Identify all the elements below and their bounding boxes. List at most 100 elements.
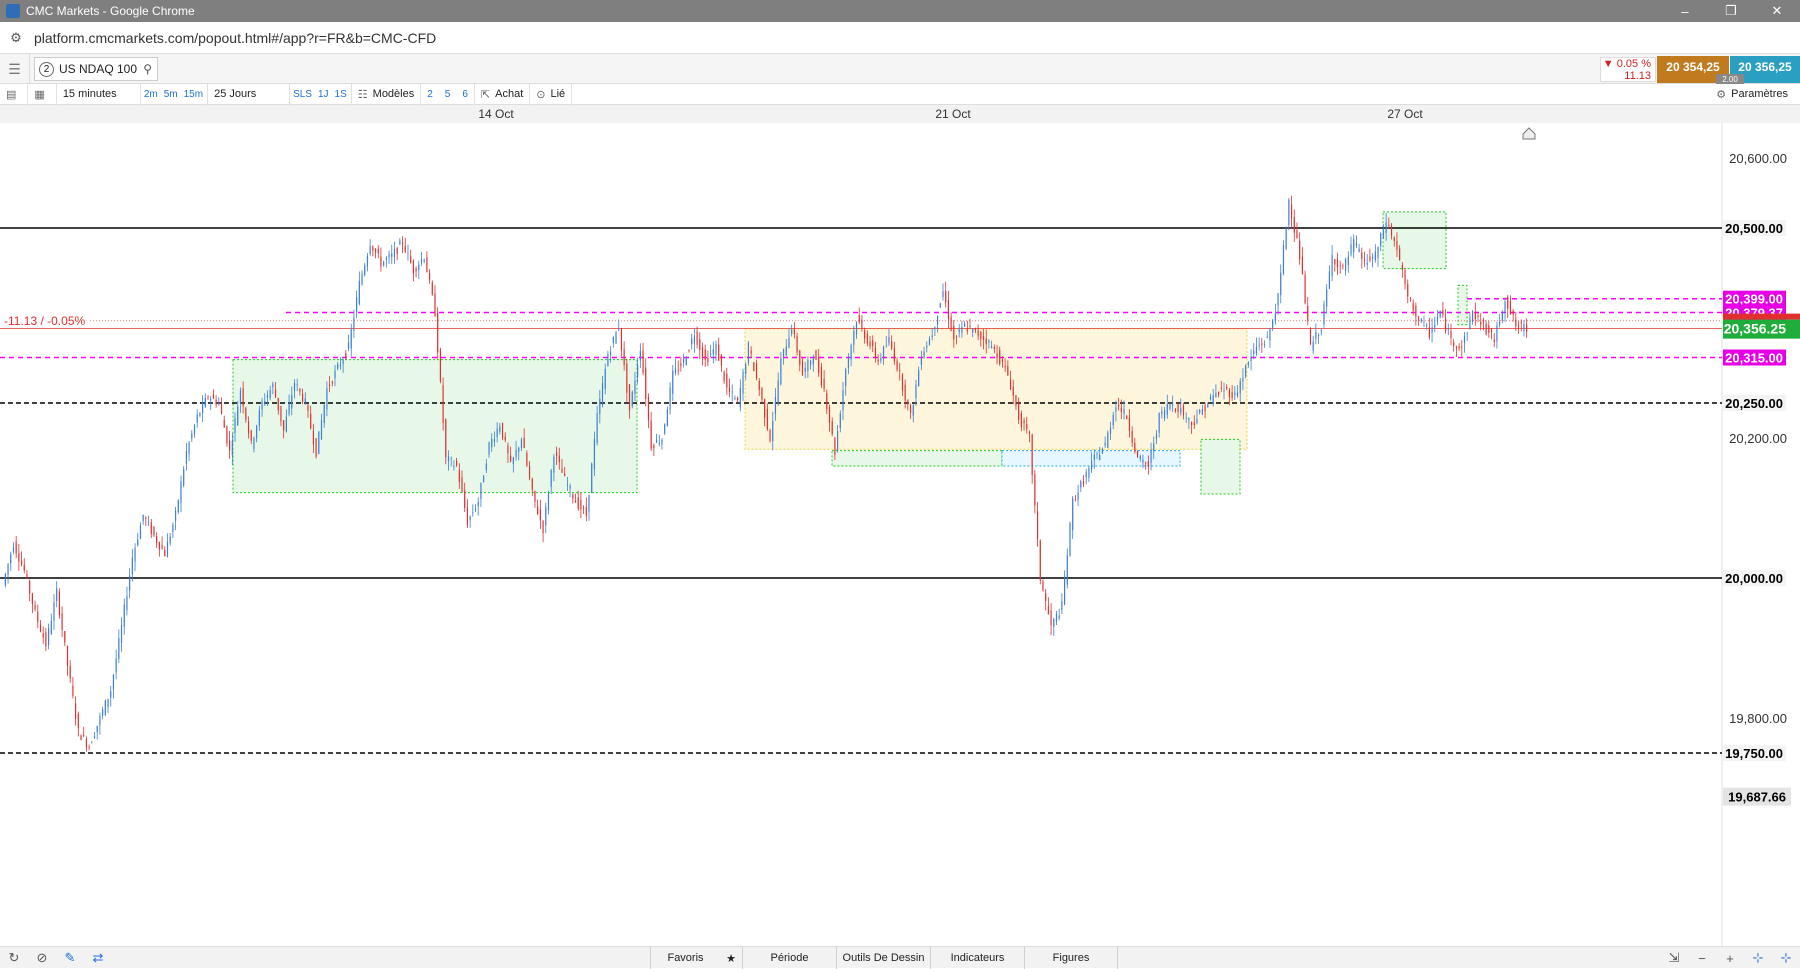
period-1s-button[interactable]: 1S (332, 83, 352, 105)
order-button[interactable]: ⇱ Achat (475, 83, 531, 105)
candle-body (1523, 324, 1525, 332)
candle-body (29, 581, 31, 594)
interval-15m-button[interactable]: 15m (181, 83, 209, 105)
restore-button[interactable]: ❐ (1708, 0, 1754, 22)
candle-body (769, 430, 771, 441)
candle-body (599, 398, 601, 414)
candle-body (404, 245, 406, 252)
candle-body (96, 725, 98, 733)
candle-body (1139, 456, 1141, 459)
candle-body (110, 691, 112, 698)
crosshair-arrows-icon[interactable]: ⇄ (84, 950, 112, 966)
candle-body (1477, 315, 1479, 317)
candle-body (926, 345, 928, 348)
template-slot-2[interactable]: 2 (421, 84, 439, 105)
candle-body (934, 326, 936, 329)
close-button[interactable]: ✕ (1754, 0, 1800, 22)
candle-body (277, 397, 279, 411)
hamburger-menu-icon[interactable]: ☰ (0, 54, 30, 84)
templates-button[interactable]: ☷ Modèles (352, 83, 422, 105)
candle-body (1220, 387, 1222, 389)
pencil-icon[interactable]: ✎ (56, 950, 84, 966)
candle-body (234, 418, 236, 433)
candle-body (504, 436, 506, 441)
candle-body (342, 359, 344, 364)
template-slot-6[interactable]: 6 (456, 83, 475, 105)
settings-label: Paramètres (1731, 88, 1788, 100)
candle-body (369, 245, 371, 255)
crosshair-icon[interactable]: ⊹ (1744, 947, 1772, 969)
star-icon[interactable]: ★ (720, 947, 742, 969)
candle-body (812, 358, 814, 365)
candle-body (1482, 321, 1485, 323)
candle-body (1455, 346, 1457, 348)
tab-figures[interactable]: Figures (1024, 947, 1118, 969)
candle-body (526, 452, 528, 466)
candle-body (237, 406, 239, 426)
candle-body (401, 242, 404, 245)
candle-body (388, 254, 390, 258)
layout-grid-icon[interactable]: ▦ (28, 83, 57, 105)
site-info-icon[interactable]: ⚙ (8, 30, 24, 46)
zoom-out-icon[interactable]: − (1688, 947, 1716, 969)
period-1j-button[interactable]: 1J (315, 84, 332, 105)
period-select[interactable]: 25 Jours (208, 83, 291, 105)
bottom-right-tools: ⇲ − + ⊹ ⊹ (1660, 947, 1800, 969)
candle-body (693, 336, 695, 344)
candle-body (523, 437, 525, 449)
interval-select[interactable]: 15 minutes (57, 83, 141, 105)
candle-body (1374, 251, 1376, 260)
candle-body (623, 349, 625, 366)
candle-body (561, 468, 563, 473)
template-slot-5[interactable]: 5 (439, 84, 457, 105)
refresh-icon[interactable]: ↻ (0, 950, 28, 966)
interval-5m-button[interactable]: 5m (161, 84, 181, 105)
candle-body (288, 403, 290, 415)
instrument-selector[interactable]: 2 US NDAQ 100 ⚲ (34, 57, 158, 81)
candle-body (1126, 416, 1128, 419)
candle-body (120, 625, 123, 643)
interval-2m-button[interactable]: 2m (141, 84, 161, 105)
candle-body (80, 735, 82, 741)
cursor-move-icon[interactable]: ⊹ (1772, 947, 1800, 969)
layout-list-icon[interactable]: ▤ (0, 83, 29, 105)
clear-drawings-icon[interactable]: ⊘ (28, 950, 56, 966)
minimize-button[interactable]: – (1662, 0, 1708, 22)
chart-canvas[interactable]: 14 Oct 21 Oct 27 Oct -11.13 / -0.05% 20,600.… (0, 105, 1800, 946)
tab-periode[interactable]: Période (742, 947, 836, 969)
candle-body (853, 331, 855, 345)
candle-body (256, 425, 258, 439)
candle-body (547, 493, 550, 511)
resize-icon[interactable]: ⇲ (1660, 947, 1688, 969)
tab-favoris[interactable]: Favoris (650, 947, 720, 969)
candle-body (1009, 379, 1012, 390)
candle-body (1404, 270, 1406, 284)
period-sls-button[interactable]: SLS (290, 84, 315, 105)
settings-button[interactable]: ⚙ Paramètres (1716, 88, 1800, 101)
candle-body (574, 500, 577, 503)
candle-body (91, 742, 93, 744)
candle-body (909, 405, 912, 413)
candle-body (645, 367, 647, 399)
search-icon[interactable]: ⚲ (143, 62, 152, 76)
candle-body (1380, 233, 1382, 246)
candle-body (596, 413, 598, 443)
candle-body (88, 746, 90, 748)
candle-body (172, 524, 174, 532)
candle-body (996, 353, 998, 359)
zoom-in-icon[interactable]: + (1716, 947, 1744, 969)
candle-body (1280, 272, 1282, 296)
candle-body (1315, 331, 1317, 339)
link-button[interactable]: ⊙ Lié (530, 83, 573, 105)
candle-body (955, 336, 958, 338)
candle-body (26, 574, 28, 577)
url-text[interactable]: platform.cmcmarkets.com/popout.html#/app… (34, 30, 436, 46)
tab-outils-de-dessin[interactable]: Outils De Dessin (836, 947, 930, 969)
candle-body (912, 405, 914, 416)
tab-indicateurs[interactable]: Indicateurs (930, 947, 1024, 969)
candle-body (145, 518, 147, 519)
candle-body (47, 628, 50, 646)
candle-body (572, 494, 574, 499)
price-chart[interactable]: 14 Oct 21 Oct 27 Oct -11.13 / -0.05% 20,600.… (0, 105, 1800, 946)
candle-body (1088, 467, 1090, 478)
